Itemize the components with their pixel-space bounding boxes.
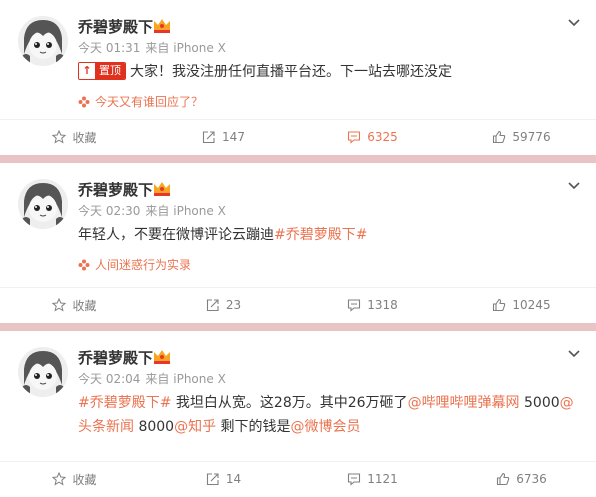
thumbs-up-icon [493, 130, 506, 144]
post-text: 8000 [134, 419, 175, 435]
pinned-badge: ↑ 置顶 [78, 62, 126, 80]
author-name[interactable]: 乔碧萝殿下 [78, 16, 153, 37]
source-prefix: 来自 [145, 372, 170, 386]
post-time[interactable]: 今天 01:31 [78, 41, 140, 55]
topic-link[interactable]: 今天又有谁回应了？ [78, 93, 203, 110]
post-meta: 今天 02:30 来自 iPhone X [78, 202, 226, 219]
post-source: iPhone X [173, 204, 226, 218]
favorite-button[interactable]: 收藏 [0, 288, 149, 322]
post-content: #乔碧萝殿下# 我坦白从宽。这28万。其中26万砸了@哔哩哔哩弹幕网 5000 @… [78, 391, 578, 439]
avatar-image [18, 179, 68, 229]
topic-link[interactable]: 人间迷惑行为实录 [78, 256, 191, 273]
like-button[interactable]: 10245 [447, 288, 596, 322]
post-content: ↑ 置顶 大家！我没注册任何直播平台还。下一站去哪还没定 [78, 60, 578, 84]
repost-icon [202, 131, 215, 144]
post-source: iPhone X [173, 372, 226, 386]
author-name[interactable]: 乔碧萝殿下 [78, 179, 153, 200]
post-content: 年轻人，不要在微博评论云蹦迪#乔碧萝殿下# [78, 223, 578, 247]
repost-button[interactable]: 147 [149, 120, 298, 154]
mention-zhihu-link[interactable]: @知乎 [174, 419, 216, 435]
repost-button[interactable]: 14 [149, 462, 298, 496]
topic-label: 今天又有谁回应了？ [95, 95, 204, 109]
repost-count: 23 [225, 298, 242, 312]
comment-button[interactable]: 1318 [298, 288, 447, 322]
source-prefix: 来自 [145, 41, 170, 55]
repost-icon [206, 299, 219, 312]
avatar[interactable] [18, 16, 68, 66]
comment-button[interactable]: 6325 [298, 120, 447, 154]
mention-weibo-vip-link[interactable]: @微博会员 [291, 419, 361, 435]
post-time[interactable]: 今天 02:04 [78, 372, 140, 386]
thumbs-up-icon [497, 472, 510, 486]
weibo-post-1: 乔碧萝殿下 今天 01:31 来自 iPhone X ↑ 置顶 大家！我没注册任何直播… [0, 0, 596, 155]
favorite-button[interactable]: 收藏 [0, 462, 149, 496]
thumbs-up-icon [493, 298, 506, 312]
mention-bilibili-link[interactable]: @哔哩哔哩弹幕网 [408, 395, 520, 411]
like-button[interactable]: 6736 [447, 462, 596, 496]
pinned-label: 置顶 [95, 63, 125, 79]
favorite-button[interactable]: 收藏 [0, 120, 149, 154]
comment-icon [348, 131, 361, 144]
like-count: 59776 [512, 130, 551, 144]
author-name[interactable]: 乔碧萝殿下 [78, 347, 153, 368]
star-icon [52, 298, 67, 312]
post-text: 大家！我没注册任何直播平台还。下一站去哪还没定 [130, 64, 452, 80]
action-bar: 收藏 147 6325 59776 [0, 120, 596, 154]
vip-crown-icon[interactable] [152, 179, 172, 197]
source-prefix: 来自 [145, 204, 170, 218]
chevron-down-icon[interactable] [566, 14, 582, 30]
avatar-image [18, 347, 68, 397]
favorite-label: 收藏 [72, 298, 97, 313]
post-time[interactable]: 今天 02:30 [78, 204, 140, 218]
action-bar: 收藏 23 1318 10245 [0, 288, 596, 322]
comment-button[interactable]: 1121 [298, 462, 447, 496]
chevron-down-icon[interactable] [566, 177, 582, 193]
topic-hashtag-link[interactable]: #乔碧萝殿下# [274, 227, 367, 243]
weibo-post-3: 乔碧萝殿下 今天 02:04 来自 iPhone X #乔碧萝殿下# 我坦白从宽。… [0, 331, 596, 497]
favorite-label: 收藏 [72, 130, 97, 145]
flower-icon [78, 259, 90, 270]
like-count: 6736 [516, 472, 547, 486]
repost-button[interactable]: 23 [149, 288, 298, 322]
favorite-label: 收藏 [72, 472, 97, 487]
post-source: iPhone X [173, 41, 226, 55]
topic-hashtag-link[interactable]: #乔碧萝殿下# [78, 395, 171, 411]
flower-icon [78, 96, 90, 107]
repost-count: 147 [222, 130, 245, 144]
like-button[interactable]: 59776 [447, 120, 596, 154]
post-meta: 今天 01:31 来自 iPhone X [78, 39, 226, 56]
post-separator [0, 323, 596, 331]
post-text: 5000 [519, 395, 560, 411]
post-text: 年轻人，不要在微博评论云蹦迪 [78, 227, 274, 243]
avatar[interactable] [18, 347, 68, 397]
comment-count: 1121 [367, 472, 398, 486]
pin-icon: ↑ [79, 63, 95, 79]
star-icon [52, 472, 67, 486]
action-bar: 收藏 14 1121 6736 [0, 462, 596, 496]
avatar[interactable] [18, 179, 68, 229]
star-icon [52, 130, 67, 144]
repost-icon [206, 473, 219, 486]
weibo-post-2: 乔碧萝殿下 今天 02:30 来自 iPhone X 年轻人，不要在微博评论云蹦迪… [0, 163, 596, 323]
topic-label: 人间迷惑行为实录 [95, 258, 192, 272]
comment-icon [348, 473, 361, 486]
comment-icon [348, 299, 361, 312]
avatar-image [18, 16, 68, 66]
vip-crown-icon[interactable] [152, 347, 172, 365]
chevron-down-icon[interactable] [566, 345, 582, 361]
repost-count: 14 [225, 472, 242, 486]
post-text: 我坦白从宽。这28万。其中26万砸了 [171, 395, 408, 411]
comment-count: 1318 [367, 298, 398, 312]
vip-crown-icon[interactable] [152, 16, 172, 34]
post-text: 剩下的钱是 [216, 419, 291, 435]
comment-count: 6325 [367, 130, 398, 144]
like-count: 10245 [512, 298, 551, 312]
post-separator [0, 155, 596, 163]
post-meta: 今天 02:04 来自 iPhone X [78, 370, 226, 387]
